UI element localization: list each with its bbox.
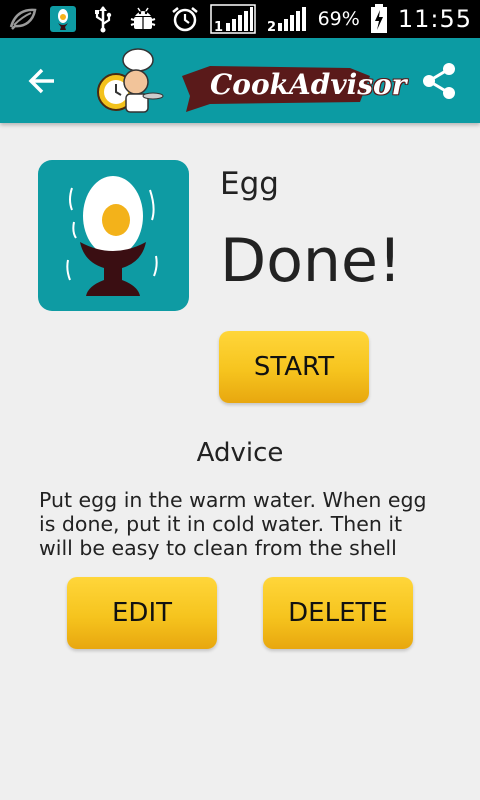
status-bar: 1 2 69% 11:55 <box>0 0 480 38</box>
delete-button[interactable]: DELETE <box>263 577 413 649</box>
clock: 11:55 <box>397 5 472 33</box>
advice-text: Put egg in the warm water. When egg is d… <box>39 488 427 560</box>
action-bar: CookAdvisor <box>0 38 480 123</box>
advice-heading: Advice <box>196 438 284 468</box>
share-icon <box>423 63 455 99</box>
back-arrow-icon <box>28 68 54 94</box>
status-bar-notifications <box>8 5 158 33</box>
battery-charging-icon <box>370 4 388 33</box>
usb-icon <box>88 5 118 33</box>
leaf-icon <box>8 5 38 33</box>
battery-percent: 69% <box>317 8 360 30</box>
back-button[interactable] <box>22 60 64 102</box>
sim2-label: 2 <box>267 20 276 34</box>
share-button[interactable] <box>416 58 462 104</box>
start-button[interactable]: START <box>219 331 369 403</box>
app-name: CookAdvisor <box>210 68 407 101</box>
edit-button[interactable]: EDIT <box>67 577 217 649</box>
status-bar-system: 1 2 69% 11:55 <box>170 4 472 34</box>
timer-status: Done! <box>220 226 402 296</box>
recipe-image <box>38 160 189 311</box>
sim1-label: 1 <box>214 20 223 34</box>
app-logo: CookAdvisor <box>90 46 406 118</box>
signal-sim1-icon: 1 <box>209 4 256 34</box>
android-debug-icon <box>128 5 158 33</box>
app-notification-icon <box>48 5 78 33</box>
signal-sim2-icon: 2 <box>266 5 308 34</box>
recipe-name: Egg <box>220 166 279 202</box>
egg-in-cup-icon <box>66 176 158 296</box>
alarm-icon <box>170 5 200 33</box>
